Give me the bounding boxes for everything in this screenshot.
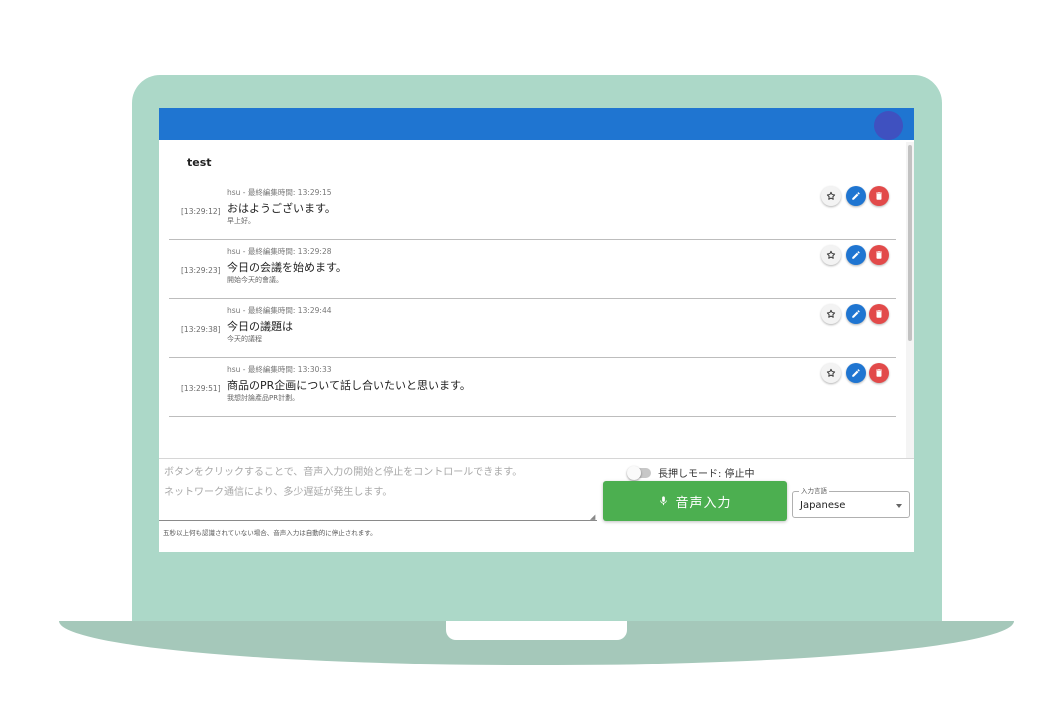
microphone-icon (660, 496, 668, 506)
message-timestamp: [13:29:23] (181, 266, 221, 275)
star-outline-icon (826, 309, 836, 318)
star-outline-icon (826, 250, 836, 259)
long-press-label: 長押しモード: 停止中 (658, 469, 755, 480)
transcript-panel: test [13:29:12] hsu - 最終編集時間: 13:29:15 お… (159, 140, 914, 458)
message-meta: hsu - 最終編集時間: 13:29:28 (227, 247, 332, 256)
resize-grip-icon[interactable]: ◢ (590, 514, 595, 521)
trash-icon (876, 251, 882, 259)
laptop-notch (446, 621, 627, 640)
message-translation: 我想討論產品PR計劃。 (227, 394, 300, 402)
edit-button[interactable] (846, 363, 866, 383)
language-select-value: Japanese (800, 500, 846, 511)
scrollbar[interactable] (906, 142, 914, 458)
laptop-screen: test [13:29:12] hsu - 最終編集時間: 13:29:15 お… (159, 108, 914, 552)
pencil-icon (852, 369, 860, 377)
toggle-knob (627, 466, 641, 480)
app-bar (159, 108, 914, 140)
message-timestamp: [13:29:12] (181, 207, 221, 216)
pencil-icon (852, 251, 860, 259)
delete-button[interactable] (869, 186, 889, 206)
language-select[interactable]: 入力言語 Japanese (792, 485, 910, 518)
input-controls: ◢ 五秒以上何も認識されていない場合、音声入力は自動的に停止されます。 長押しモ… (159, 458, 914, 552)
trash-icon (876, 369, 882, 377)
speech-text-input[interactable] (159, 459, 597, 521)
message-text: 今日の会議を始めます。 (227, 261, 347, 274)
message-item: [13:29:23] hsu - 最終編集時間: 13:29:28 今日の会議を… (169, 239, 896, 299)
pencil-icon (852, 310, 860, 318)
room-title: test (187, 156, 212, 169)
edit-button[interactable] (846, 304, 866, 324)
message-timestamp: [13:29:51] (181, 384, 221, 393)
voice-input-button[interactable]: 音声入力 (603, 481, 787, 521)
edit-button[interactable] (846, 186, 866, 206)
message-text: おはようございます。 (227, 202, 336, 215)
star-outline-icon (826, 191, 836, 200)
message-translation: 開始今天的會議。 (227, 276, 283, 284)
voice-input-label: 音声入力 (675, 495, 732, 511)
delete-button[interactable] (869, 245, 889, 265)
trash-icon (876, 192, 882, 200)
message-translation: 今天的議程 (227, 335, 262, 343)
message-item: [13:29:38] hsu - 最終編集時間: 13:29:44 今日の議題は… (169, 298, 896, 358)
user-avatar[interactable] (874, 111, 903, 140)
edit-button[interactable] (846, 245, 866, 265)
pencil-icon (852, 192, 860, 200)
message-text: 今日の議題は (227, 320, 293, 333)
trash-icon (876, 310, 882, 318)
message-meta: hsu - 最終編集時間: 13:29:44 (227, 306, 332, 315)
delete-button[interactable] (869, 363, 889, 383)
caret-down-icon (896, 504, 902, 508)
star-button[interactable] (821, 304, 841, 324)
auto-stop-hint: 五秒以上何も認識されていない場合、音声入力は自動的に停止されます。 (163, 529, 377, 537)
message-translation: 早上好。 (227, 217, 255, 225)
message-timestamp: [13:29:38] (181, 325, 221, 334)
star-button[interactable] (821, 363, 841, 383)
long-press-toggle[interactable] (627, 466, 651, 480)
message-meta: hsu - 最終編集時間: 13:30:33 (227, 365, 332, 374)
star-button[interactable] (821, 186, 841, 206)
language-select-legend: 入力言語 (799, 485, 829, 495)
message-text: 商品のPR企画について話し合いたいと思います。 (227, 379, 471, 392)
message-meta: hsu - 最終編集時間: 13:29:15 (227, 188, 332, 197)
star-outline-icon (826, 368, 836, 377)
message-item: [13:29:12] hsu - 最終編集時間: 13:29:15 おはようござ… (169, 180, 896, 240)
star-button[interactable] (821, 245, 841, 265)
message-item: [13:29:51] hsu - 最終編集時間: 13:30:33 商品のPR企… (169, 357, 896, 417)
delete-button[interactable] (869, 304, 889, 324)
scrollbar-thumb[interactable] (908, 145, 912, 341)
